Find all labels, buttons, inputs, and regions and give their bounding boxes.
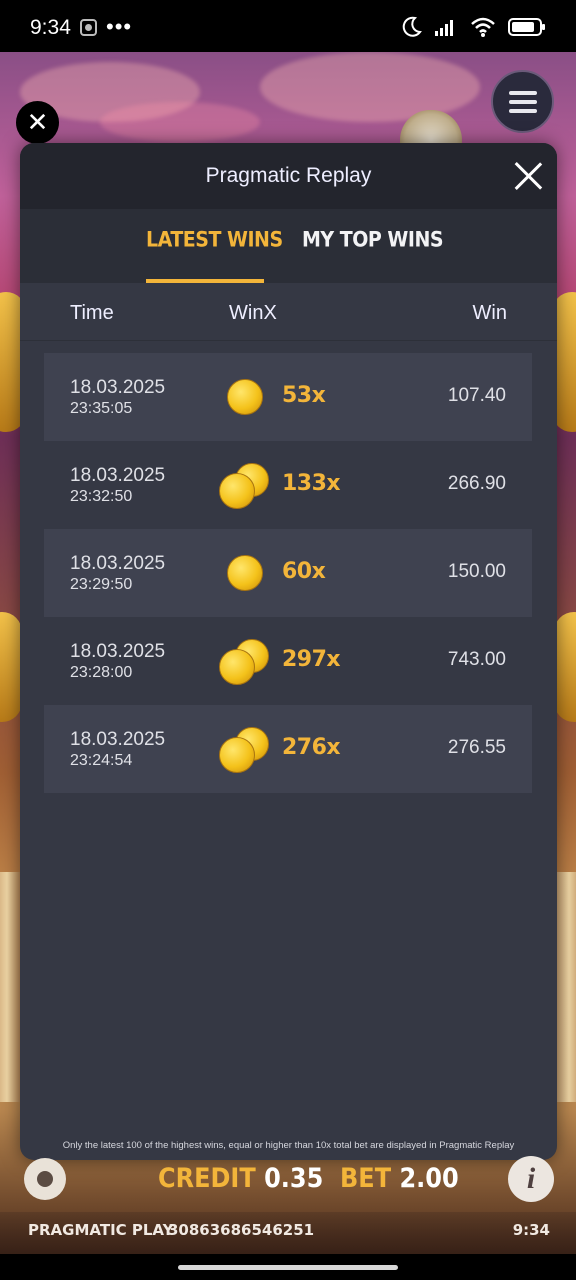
coins-icon (219, 463, 275, 509)
row-time: 23:24:54 (70, 752, 133, 769)
row-multiplier: 53x (282, 383, 326, 408)
info-icon[interactable]: i (508, 1156, 554, 1202)
wins-list: 18.03.2025 23:35:05 53x 107.40 18.03.202… (44, 353, 532, 793)
credit-value: 0.35 (264, 1162, 324, 1194)
status-bar: 9:34 ••• (0, 0, 576, 52)
tab-latest-wins[interactable]: LATEST WINS (146, 228, 283, 252)
tab-bar: LATEST WINS MY TOP WINS (20, 209, 557, 283)
notification-icon (80, 19, 97, 36)
row-date: 18.03.2025 (70, 641, 166, 662)
session-id: 30863686546251 (168, 1221, 315, 1239)
modal-header: Pragmatic Replay (20, 143, 557, 209)
row-date: 18.03.2025 (70, 729, 166, 750)
provider-name: PRAGMATIC PLAY (28, 1221, 174, 1239)
win-row[interactable]: 18.03.2025 23:24:54 276x 276.55 (44, 705, 532, 793)
navigation-bar (0, 1254, 576, 1280)
coins-icon (219, 639, 275, 685)
credit-label: CREDIT (158, 1162, 256, 1194)
coin-icon (219, 551, 275, 595)
wifi-icon (471, 17, 495, 37)
row-date: 18.03.2025 (70, 377, 166, 398)
credit-bet-display: CREDIT 0.35 BET 2.00 (158, 1163, 459, 1194)
more-icon: ••• (106, 14, 133, 39)
signal-icon (435, 20, 453, 36)
modal-title: Pragmatic Replay (205, 164, 372, 187)
replay-footnote: Only the latest 100 of the highest wins,… (62, 1140, 515, 1151)
win-row[interactable]: 18.03.2025 23:28:00 297x 743.00 (44, 617, 532, 705)
column-winx: WinX (229, 302, 277, 324)
replay-modal: Pragmatic Replay LATEST WINS MY TOP WINS… (20, 143, 557, 1160)
row-multiplier: 133x (282, 471, 341, 496)
exit-game-button[interactable]: ✕ (16, 101, 59, 144)
menu-button[interactable] (491, 70, 554, 133)
row-multiplier: 60x (282, 559, 326, 584)
win-row[interactable]: 18.03.2025 23:35:05 53x 107.40 (44, 353, 532, 441)
row-win: 107.40 (447, 385, 506, 406)
home-handle[interactable] (178, 1265, 398, 1270)
row-win: 276.55 (447, 737, 506, 758)
status-time: 9:34 (30, 16, 71, 39)
gear-icon[interactable] (24, 1158, 66, 1200)
win-row[interactable]: 18.03.2025 23:29:50 60x 150.00 (44, 529, 532, 617)
row-win: 743.00 (447, 649, 506, 670)
win-row[interactable]: 18.03.2025 23:32:50 133x 266.90 (44, 441, 532, 529)
row-date: 18.03.2025 (70, 553, 166, 574)
row-time: 23:28:00 (70, 664, 133, 681)
close-icon[interactable] (513, 161, 543, 191)
bet-value: 2.00 (399, 1162, 459, 1194)
hamburger-icon (508, 90, 537, 95)
battery-icon (508, 18, 545, 36)
tab-my-top-wins[interactable]: MY TOP WINS (302, 228, 444, 252)
coins-icon (219, 727, 275, 773)
game-clock: 9:34 (512, 1221, 550, 1239)
row-time: 23:32:50 (70, 488, 133, 505)
row-time: 23:29:50 (70, 576, 133, 593)
coin-icon (219, 375, 275, 419)
bet-label: BET (340, 1162, 392, 1194)
row-win: 150.00 (447, 561, 506, 582)
column-win: Win (472, 302, 507, 324)
row-date: 18.03.2025 (70, 465, 166, 486)
column-time: Time (70, 302, 114, 324)
table-header: Time WinX Win (20, 283, 557, 341)
row-multiplier: 276x (282, 735, 341, 760)
row-win: 266.90 (447, 473, 506, 494)
row-multiplier: 297x (282, 647, 341, 672)
row-time: 23:35:05 (70, 400, 133, 417)
moon-icon (402, 16, 422, 37)
